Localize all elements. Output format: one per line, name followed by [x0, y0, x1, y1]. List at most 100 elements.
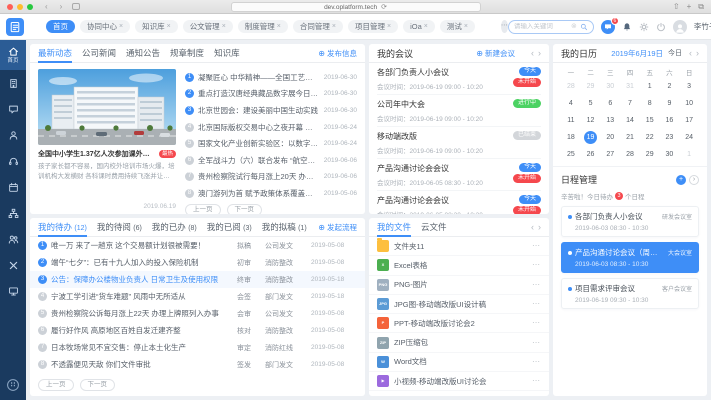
news-tab[interactable]: 知识库: [214, 44, 240, 63]
calendar-day[interactable]: 29: [640, 147, 660, 162]
search-input[interactable]: [514, 23, 568, 30]
global-search[interactable]: ⊗: [508, 20, 594, 34]
todo-row[interactable]: 2 端午“七夕”：已有十九人加入的投入保险机制 初审 消防整改 2019-05-…: [30, 254, 365, 271]
calendar-day[interactable]: 13: [600, 113, 620, 128]
todo-row[interactable]: 8 不透露便见天敌 你们文件审批 签发 部门发文 2019-05-08: [30, 356, 365, 373]
nav-tab[interactable]: 首页: [46, 20, 75, 33]
document-row[interactable]: W Word文档 ⋯: [369, 353, 549, 372]
document-name[interactable]: Word文档: [394, 356, 527, 367]
sidebar-item-home[interactable]: 首页: [0, 40, 26, 70]
nav-tab[interactable]: iOa ×: [403, 20, 435, 33]
logout-button[interactable]: [656, 22, 666, 32]
calendar-day[interactable]: 5: [581, 96, 601, 111]
news-list-item[interactable]: 5 国家文化产业创新实验区：以数字技术驱动产业发展 2019-06-24: [185, 135, 357, 152]
meeting-title[interactable]: 产品沟通讨论会会议: [377, 195, 483, 206]
document-row[interactable]: JPG JPG图-移动端改版UI设计稿 ⋯: [369, 295, 549, 314]
calendar-day[interactable]: 24: [679, 130, 699, 145]
schedule-item-title[interactable]: 产品沟通讨论会议（周例会）: [575, 247, 665, 258]
news-tab[interactable]: 最新动态: [38, 44, 72, 63]
calendar-day[interactable]: 11: [561, 113, 581, 128]
calendar-day[interactable]: 2: [660, 79, 680, 94]
user-name[interactable]: 李竹子: [694, 21, 711, 32]
close-tab-icon[interactable]: ×: [424, 23, 428, 30]
calendar-day[interactable]: 3: [679, 79, 699, 94]
todos-tab[interactable]: 我的拟稿 (1): [262, 218, 307, 237]
news-item-title[interactable]: 贵州检察院试行每月涨上20天 办理上牌照几成态势: [198, 171, 320, 182]
news-list-item[interactable]: 7 贵州检察院试行每月涨上20天 办理上牌照几成态势 2019-06-06: [185, 169, 357, 186]
news-list-item[interactable]: 4 北京国际版权交易中心之夜开幕 聚焦“一带一路” 2019-06-24: [185, 119, 357, 136]
todo-title[interactable]: 端午“七夕”：已有十九人加入的投入保险机制: [51, 257, 233, 268]
nav-tab[interactable]: 知识库 ×: [135, 20, 178, 33]
messages-button[interactable]: 6: [601, 20, 615, 34]
close-tab-icon[interactable]: ×: [167, 23, 171, 30]
documents-next-icon[interactable]: ›: [538, 223, 541, 232]
news-list-item[interactable]: 8 澳门游列为首 赋予政策体系覆盖完整 2019-05-06: [185, 185, 357, 202]
document-row[interactable]: ZIP ZIP压缩包 ⋯: [369, 333, 549, 352]
refresh-icon[interactable]: ⟳: [381, 3, 387, 11]
close-tab-icon[interactable]: ×: [464, 23, 468, 30]
document-row[interactable]: P PPT-移动端改版讨论会2 ⋯: [369, 314, 549, 333]
todo-title[interactable]: 不透露便见天敌 你们文件审批: [51, 359, 233, 370]
todo-row[interactable]: 6 履行好作风 高原地区百姓自发迁建齐整 核对 消防整改 2019-05-08: [30, 322, 365, 339]
address-bar[interactable]: dev.oplatform.tech ⟳: [231, 2, 481, 12]
news-item-title[interactable]: 澳门游列为首 赋予政策体系覆盖完整: [198, 188, 320, 199]
schedule-item-title[interactable]: 项目需求评审会议: [575, 283, 659, 294]
more-options-icon[interactable]: ⋯: [532, 358, 541, 366]
sidebar-item-messages[interactable]: [0, 96, 26, 122]
meetings-next-icon[interactable]: ›: [538, 49, 541, 58]
calendar-day[interactable]: 6: [600, 96, 620, 111]
calendar-day[interactable]: 4: [561, 96, 581, 111]
today-button[interactable]: 今日: [668, 48, 682, 58]
documents-tab[interactable]: 云文件: [421, 218, 447, 237]
calendar-day[interactable]: 30: [660, 147, 680, 162]
calendar-day[interactable]: 7: [620, 96, 640, 111]
news-item-title[interactable]: 国家文化产业创新实验区：以数字技术驱动产业发展: [198, 138, 320, 149]
todo-title[interactable]: 公告：保障办公楼物业负责人 日常卫生及使用权限: [51, 274, 233, 285]
meeting-item[interactable]: 产品沟通讨论会会议 会议时间：2019-06-05 08:30 - 10:20 …: [377, 159, 541, 191]
calendar-day[interactable]: 10: [679, 96, 699, 111]
sidebar-item-organization[interactable]: [0, 70, 26, 96]
more-options-icon[interactable]: ⋯: [532, 377, 541, 385]
todo-row[interactable]: 4 宁波工学引进“货车难题” 风雨中无所适从 会签 部门发文 2019-05-1…: [30, 288, 365, 305]
notifications-button[interactable]: [622, 22, 632, 32]
news-item-title[interactable]: 北京世园会：建设美丽中国生动实践: [198, 105, 320, 116]
more-options-icon[interactable]: ⋯: [532, 281, 541, 289]
news-tab[interactable]: 公司新闻: [82, 44, 116, 63]
browser-forward-button[interactable]: ›: [60, 3, 63, 11]
featured-news-title[interactable]: 全国中小学生1.37亿人次参加课外培训: [38, 149, 156, 159]
meeting-title[interactable]: 各部门负责人小会议: [377, 67, 483, 78]
calendar-day[interactable]: 25: [561, 147, 581, 162]
schedule-more-icon[interactable]: ›: [689, 175, 699, 185]
news-item-title[interactable]: 北京国际版权交易中心之夜开幕 聚焦“一带一路”: [198, 122, 320, 133]
more-options-icon[interactable]: ⋯: [532, 319, 541, 327]
news-item-title[interactable]: 重点打造汉唐经典藏品数字展今日亮相中华世纪坛: [198, 88, 320, 99]
publish-info-link[interactable]: ⊕ 发布信息: [318, 48, 357, 59]
calendar-day[interactable]: 8: [640, 96, 660, 111]
more-options-icon[interactable]: ⋯: [532, 339, 541, 347]
nav-tab[interactable]: 公文管理 ×: [183, 20, 233, 33]
document-row[interactable]: 文件夹11 ⋯: [369, 237, 549, 256]
schedule-card[interactable]: 产品沟通讨论会议（周例会） 大会议室 2019-06-03 08:30 - 10…: [561, 242, 699, 273]
next-page-button[interactable]: 下一页: [227, 204, 263, 214]
calendar-day[interactable]: 27: [600, 147, 620, 162]
nav-overflow-button[interactable]: ⋯: [501, 20, 508, 33]
meeting-item[interactable]: 产品沟通讨论会会议 会议时间：2019-06-05 08:30 - 10:20 …: [377, 191, 541, 214]
todo-row[interactable]: 5 贵州检察院公诉每月涨上22天 办理上牌照列入办事 会审 公司发文 2019-…: [30, 305, 365, 322]
todo-title[interactable]: 宁波工学引进“货车难题” 风雨中无所适从: [51, 291, 233, 302]
meetings-prev-icon[interactable]: ‹: [531, 49, 534, 58]
document-name[interactable]: Excel表格: [394, 260, 527, 271]
new-meeting-link[interactable]: ⊕ 新建会议: [476, 48, 515, 59]
next-page-button[interactable]: 下一页: [80, 379, 116, 391]
calendar-day[interactable]: 21: [620, 130, 640, 145]
minimize-window-button[interactable]: [17, 4, 23, 10]
close-tab-icon[interactable]: ×: [332, 23, 336, 30]
calendar-day[interactable]: 26: [581, 147, 601, 162]
nav-tab[interactable]: 项目管理 ×: [348, 20, 398, 33]
calendar-day[interactable]: 23: [660, 130, 680, 145]
todos-tab[interactable]: 我的待阅 (6): [97, 218, 142, 237]
calendar-day[interactable]: 20: [600, 130, 620, 145]
nav-tab[interactable]: 合同管理 ×: [293, 20, 343, 33]
nav-tab[interactable]: 协同中心 ×: [80, 20, 130, 33]
news-tab[interactable]: 规章制度: [170, 44, 204, 63]
close-window-button[interactable]: [7, 4, 13, 10]
